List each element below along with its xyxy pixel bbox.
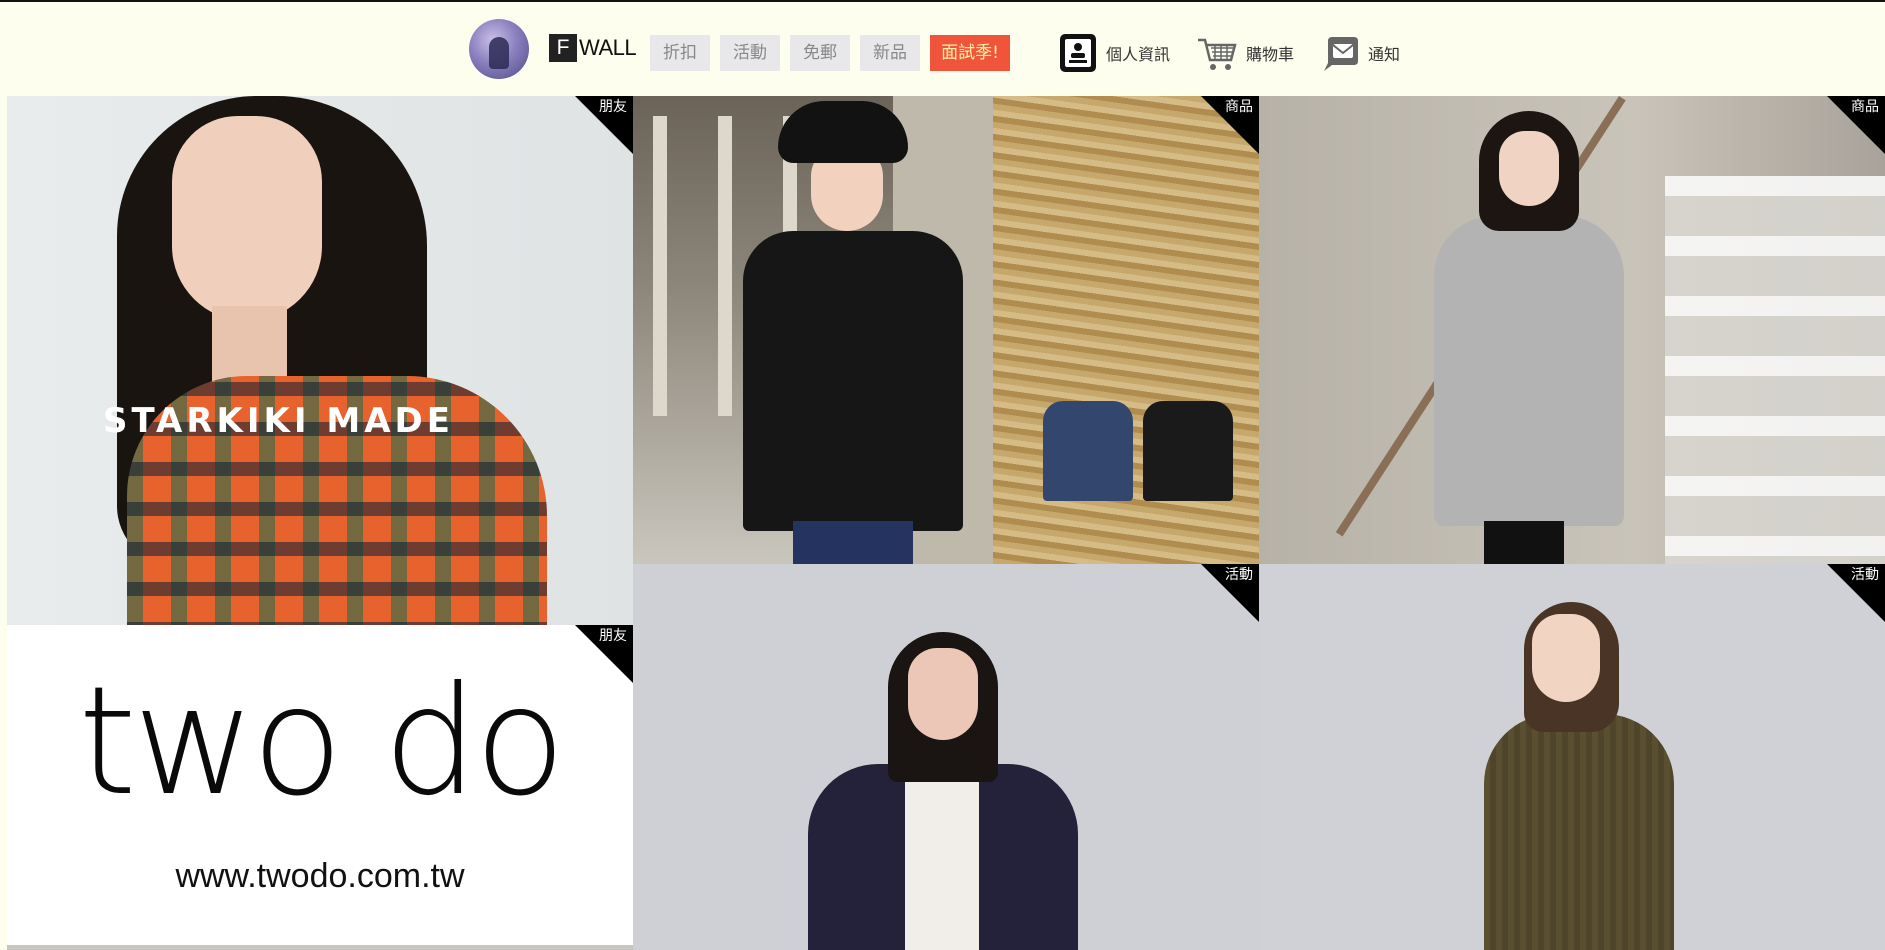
nav-new-products[interactable]: 新品 — [860, 35, 920, 71]
notify-link[interactable]: 通知 — [1320, 32, 1400, 74]
post-tile-grey-sweater[interactable]: 商品 — [1259, 96, 1885, 564]
post-tile-twodo[interactable]: two do www.twodo.com.tw 朋友 — [7, 625, 633, 945]
tile-tag: 朋友 — [599, 628, 627, 644]
tile-tag: 商品 — [1225, 99, 1253, 115]
avatar[interactable] — [469, 19, 529, 79]
nav-events[interactable]: 活動 — [720, 35, 780, 71]
photo-overlay-text: STARKIKI MADE — [103, 401, 454, 441]
profile-icon — [1060, 34, 1096, 72]
nav-free-shipping[interactable]: 免郵 — [790, 35, 850, 71]
post-tile-navy-coat[interactable]: 活動 — [633, 564, 1259, 950]
header-bar: F WALL 折扣 活動 免郵 新品 面試季! 個人資訊 購物車 通知 — [0, 2, 1885, 94]
nav-discount[interactable]: 折扣 — [650, 35, 710, 71]
tile-tag: 朋友 — [599, 99, 627, 115]
site-logo[interactable]: F WALL — [549, 34, 637, 62]
post-tile-starkiki[interactable]: STARKIKI MADE 朋友 — [7, 96, 633, 625]
post-tile-black-jacket[interactable]: 商品 — [633, 96, 1259, 564]
cart-icon — [1198, 38, 1237, 70]
brand-url: www.twodo.com.tw — [175, 857, 465, 895]
nav-promo[interactable]: 面試季! — [930, 35, 1010, 71]
logo-letter: F — [549, 34, 577, 62]
avatar-figure — [489, 37, 509, 69]
profile-label: 個人資訊 — [1106, 45, 1171, 64]
profile-link[interactable]: 個人資訊 — [1058, 32, 1170, 74]
tile-tag: 活動 — [1851, 567, 1879, 583]
cart-label: 購物車 — [1246, 45, 1295, 64]
logo-text: WALL — [579, 35, 637, 60]
tile-tag: 商品 — [1851, 99, 1879, 115]
notify-label: 通知 — [1368, 45, 1401, 64]
mail-icon — [1324, 37, 1358, 71]
tile-tag: 活動 — [1225, 567, 1253, 583]
tile-photo — [1484, 714, 1674, 950]
post-tile-olive-sweater[interactable]: 活動 — [1259, 564, 1885, 950]
post-tile-partial[interactable] — [7, 945, 633, 950]
cart-link[interactable]: 購物車 — [1196, 32, 1294, 74]
brand-logo: two do — [78, 655, 566, 829]
tile-photo — [1665, 176, 1885, 564]
